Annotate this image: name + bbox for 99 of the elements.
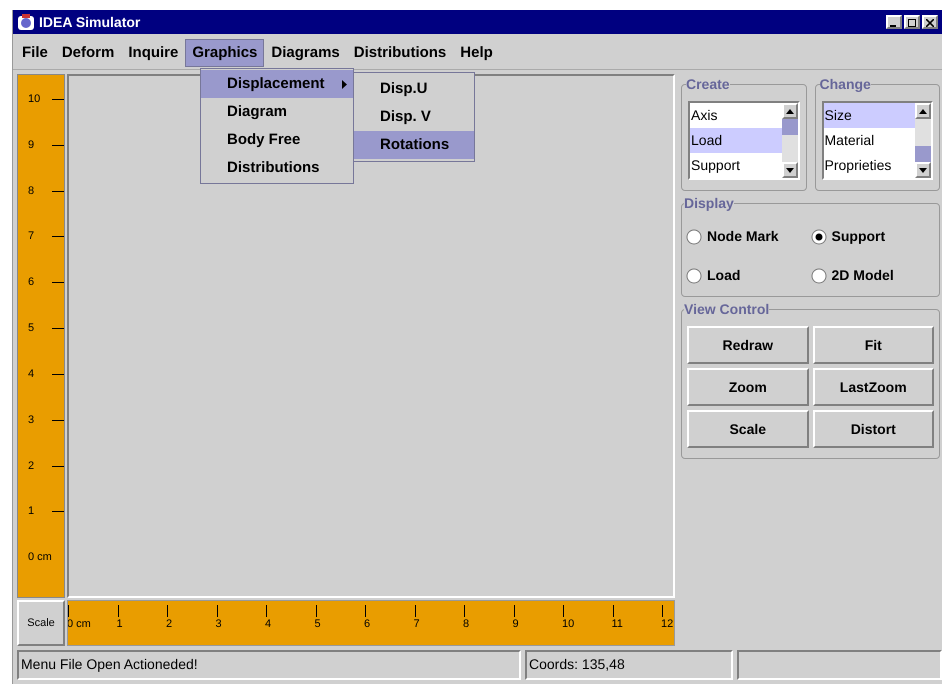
- scrollbar[interactable]: [915, 103, 931, 178]
- view-button[interactable]: Distort: [812, 410, 934, 448]
- scroll-down-button[interactable]: [915, 162, 931, 178]
- ruler-label: 4: [28, 368, 34, 380]
- radio-button[interactable]: [686, 228, 702, 244]
- caret-down-icon: [786, 168, 794, 172]
- ruler-label: 2: [28, 460, 34, 472]
- scroll-thumb[interactable]: [782, 119, 798, 135]
- maximize-button[interactable]: [904, 15, 920, 29]
- ruler-tick: [52, 374, 64, 375]
- menu-item[interactable]: Deform: [54, 38, 122, 66]
- view-button[interactable]: Zoom: [687, 368, 808, 406]
- menu-item[interactable]: Distributions: [346, 38, 454, 66]
- caret-up-icon: [919, 108, 927, 114]
- group-title: Display: [684, 194, 734, 213]
- view-button[interactable]: Fit: [812, 326, 934, 364]
- app-logo-icon: [17, 13, 35, 31]
- group-title: Change: [820, 75, 871, 94]
- ruler-label: 0 cm: [28, 551, 52, 564]
- ruler-label: 7: [28, 230, 34, 242]
- radio-button[interactable]: [810, 228, 826, 244]
- ruler-tick: [52, 328, 64, 330]
- radio-button[interactable]: [810, 268, 826, 284]
- ruler-label: 9: [512, 617, 519, 631]
- close-icon: [926, 19, 934, 27]
- list-item[interactable]: Load: [690, 128, 782, 153]
- ruler-tick: [52, 190, 64, 192]
- ruler-label: 6: [28, 276, 34, 288]
- ruler-tick: [414, 605, 416, 617]
- ruler-tick: [266, 605, 267, 617]
- ruler-label: 5: [314, 617, 321, 631]
- radio-option[interactable]: 2D Model: [810, 265, 935, 286]
- scrollbar[interactable]: [782, 103, 798, 178]
- view-button[interactable]: LastZoom: [812, 368, 934, 406]
- ruler-label: 8: [463, 617, 470, 631]
- ruler-label: 6: [364, 617, 370, 631]
- menu-item[interactable]: Distributions: [201, 154, 353, 182]
- ruler-label: 2: [166, 617, 172, 631]
- radio-option[interactable]: Support: [810, 226, 935, 247]
- ruler-tick: [52, 511, 64, 512]
- ruler-label: 9: [28, 138, 34, 151]
- list-item[interactable]: Size: [824, 103, 915, 128]
- menu-item[interactable]: Body Free: [201, 126, 353, 154]
- menu-item[interactable]: Displacement: [201, 70, 353, 98]
- ruler-tick: [52, 99, 64, 100]
- coords-display: Coords: 135,48: [525, 650, 733, 680]
- ruler-label: 3: [216, 617, 222, 631]
- ruler-label: 10: [28, 93, 40, 105]
- ruler-label: 4: [265, 617, 272, 631]
- menu-item[interactable]: Disp.U: [354, 75, 474, 103]
- menu-item[interactable]: Rotations: [354, 131, 474, 159]
- menu-item[interactable]: File: [15, 38, 55, 66]
- scroll-up-button[interactable]: [782, 103, 798, 119]
- submenu-arrow-icon: [342, 80, 347, 88]
- ruler-tick: [216, 605, 218, 617]
- ruler-tick: [167, 605, 168, 617]
- ruler-tick: [52, 236, 64, 238]
- ruler-tick: [68, 605, 69, 617]
- menu-item[interactable]: Diagram: [201, 98, 353, 126]
- view-button[interactable]: Redraw: [687, 326, 808, 364]
- ruler-tick: [612, 605, 614, 617]
- ruler-tick: [563, 605, 564, 617]
- ruler-tick: [662, 605, 663, 617]
- scroll-up-button[interactable]: [915, 103, 931, 119]
- ruler-label: 3: [28, 414, 34, 426]
- maximize-icon: [908, 19, 916, 27]
- ruler-tick: [365, 605, 366, 617]
- scale-button[interactable]: Scale: [17, 600, 65, 646]
- view-button[interactable]: Scale: [687, 410, 808, 448]
- caret-down-icon: [919, 168, 927, 172]
- group-title: Create: [686, 75, 730, 94]
- menu-item[interactable]: Diagrams: [264, 38, 347, 66]
- ruler-label: 8: [28, 184, 34, 197]
- close-button[interactable]: [922, 15, 938, 29]
- ruler-label: 11: [612, 617, 623, 631]
- menu-item[interactable]: Disp. V: [354, 103, 474, 131]
- scroll-thumb[interactable]: [915, 146, 931, 162]
- radio-option[interactable]: Node Mark: [686, 226, 810, 247]
- menu-item[interactable]: Graphics: [185, 38, 264, 66]
- radio-button[interactable]: [686, 268, 702, 284]
- window-title: IDEA Simulator: [39, 12, 140, 32]
- menu-item[interactable]: Inquire: [121, 38, 186, 66]
- ruler-label: 5: [28, 322, 34, 334]
- caret-up-icon: [786, 108, 794, 114]
- ruler-label: 7: [414, 617, 420, 631]
- ruler-tick: [52, 420, 64, 421]
- ruler-tick: [52, 144, 64, 146]
- ruler-label: 1: [28, 505, 34, 518]
- ruler-tick: [464, 605, 465, 617]
- ruler-label: 12: [661, 617, 674, 631]
- radio-option[interactable]: Load: [686, 265, 810, 286]
- status-message: Menu File Open Actioneded!: [17, 650, 521, 680]
- ruler-label: 10: [562, 617, 574, 631]
- minimize-button[interactable]: [886, 15, 902, 29]
- ruler-label: 1: [116, 617, 123, 631]
- ruler-tick: [52, 282, 64, 284]
- scroll-down-button[interactable]: [782, 162, 798, 178]
- group-title: View Control: [684, 300, 770, 319]
- menu-item[interactable]: Help: [453, 38, 500, 66]
